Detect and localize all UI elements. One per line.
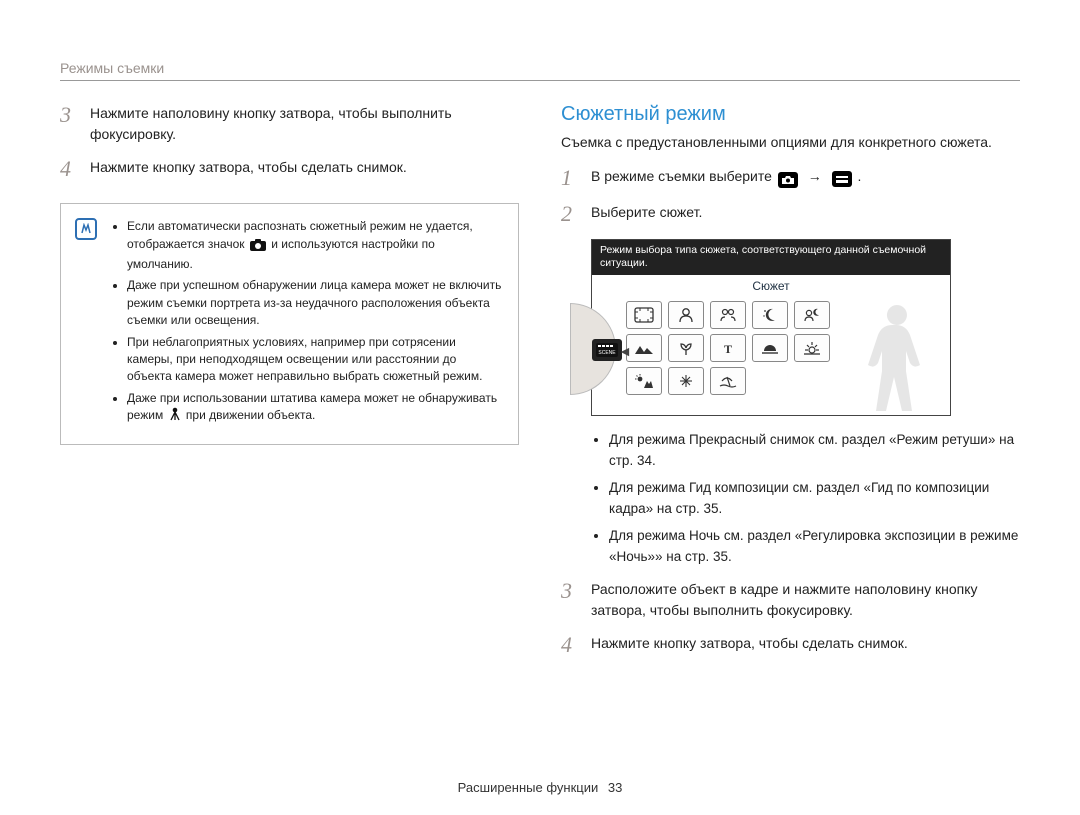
step-text: Расположите объект в кадре и нажмите нап… <box>591 579 1020 621</box>
step-4-right: 4 Нажмите кнопку затвора, чтобы сделать … <box>561 633 1020 657</box>
device-title: Сюжет <box>592 275 950 295</box>
step-3: 3 Нажмите наполовину кнопку затвора, что… <box>60 103 519 145</box>
step-2: 2 Выберите сюжет. <box>561 202 1020 226</box>
scene-tile-macro[interactable] <box>668 334 704 362</box>
svg-text:T: T <box>724 342 732 356</box>
scene-notes: Для режима Прекрасный снимок см. раздел … <box>593 430 1020 568</box>
scene-tile-children[interactable] <box>710 301 746 329</box>
step-1-prefix: В режиме съемки выберите <box>591 168 776 184</box>
scene-tile-night[interactable] <box>752 301 788 329</box>
scene-tile-night-portrait[interactable] <box>794 301 830 329</box>
scene-tile-frame[interactable] <box>626 301 662 329</box>
small-camera-icon <box>250 239 266 256</box>
right-column: Сюжетный режим Съемка с предустановленны… <box>561 103 1020 670</box>
scene-note-item: Для режима Гид композиции см. раздел «Ги… <box>609 478 1020 520</box>
step-number: 4 <box>561 633 581 657</box>
step-4: 4 Нажмите кнопку затвора, чтобы сделать … <box>60 157 519 181</box>
step-number: 2 <box>561 202 581 226</box>
scene-tile-fireworks[interactable] <box>668 367 704 395</box>
step-number: 3 <box>561 579 581 621</box>
step-number: 1 <box>561 166 581 190</box>
camera-mode-icon <box>778 172 798 188</box>
scene-tile-text[interactable]: T <box>710 334 746 362</box>
scene-tile-portrait[interactable] <box>668 301 704 329</box>
step-text: Нажмите кнопку затвора, чтобы сделать сн… <box>90 157 519 181</box>
svg-text:SCENE: SCENE <box>598 350 616 356</box>
section-header: Режимы съемки <box>60 60 1020 81</box>
info-item: При неблагоприятных условиях, например п… <box>127 334 502 386</box>
section-header-title: Режимы съемки <box>60 60 164 76</box>
step-text: В режиме съемки выберите → . <box>591 166 1020 190</box>
scene-tile-dawn[interactable] <box>794 334 830 362</box>
info-icon <box>75 218 97 240</box>
arrow-icon: → <box>808 168 822 184</box>
info-item-text-b: при движении объекта. <box>186 408 315 422</box>
info-list: Если автоматически распознать сюжетный р… <box>111 218 502 430</box>
page-number: 33 <box>608 780 622 795</box>
scene-tile-sunset[interactable] <box>752 334 788 362</box>
step-text: Нажмите кнопку затвора, чтобы сделать сн… <box>591 633 1020 657</box>
scene-arrow-left-icon: ◄ <box>618 343 632 359</box>
info-item: Даже при успешном обнаружении лица камер… <box>127 277 502 329</box>
device-screen: Режим выбора типа сюжета, соответствующе… <box>591 239 951 416</box>
mode-heading: Сюжетный режим <box>561 103 1020 126</box>
step-3-right: 3 Расположите объект в кадре и нажмите н… <box>561 579 1020 621</box>
step-number: 3 <box>60 103 80 145</box>
scene-mode-icon <box>832 171 852 187</box>
step-text: Выберите сюжет. <box>591 202 1020 226</box>
info-item: Даже при использовании штатива камера мо… <box>127 390 502 427</box>
step-1: 1 В режиме съемки выберите → . <box>561 166 1020 190</box>
step-text: Нажмите наполовину кнопку затвора, чтобы… <box>90 103 519 145</box>
device-body: SCENE ◄ T <box>592 295 950 415</box>
info-box: Если автоматически распознать сюжетный р… <box>60 203 519 445</box>
scene-grid: T <box>626 301 910 395</box>
mode-description: Съемка с предустановленными опциями для … <box>561 132 1020 152</box>
footer-label: Расширенные функции <box>458 780 599 795</box>
page-root: Режимы съемки 3 Нажмите наполовину кнопк… <box>0 0 1080 690</box>
scene-tile-beach[interactable] <box>710 367 746 395</box>
step-1-suffix: . <box>857 168 861 184</box>
scene-note-item: Для режима Прекрасный снимок см. раздел … <box>609 430 1020 472</box>
tripod-icon <box>169 407 181 426</box>
device-hint-bar: Режим выбора типа сюжета, соответствующе… <box>592 240 950 275</box>
two-column-layout: 3 Нажмите наполовину кнопку затвора, что… <box>60 103 1020 670</box>
info-item: Если автоматически распознать сюжетный р… <box>127 218 502 273</box>
scene-tile-backlight[interactable] <box>626 367 662 395</box>
step-number: 4 <box>60 157 80 181</box>
scene-note-item: Для режима Ночь см. раздел «Регулировка … <box>609 526 1020 568</box>
left-column: 3 Нажмите наполовину кнопку затвора, что… <box>60 103 519 670</box>
page-footer: Расширенные функции 33 <box>0 780 1080 795</box>
